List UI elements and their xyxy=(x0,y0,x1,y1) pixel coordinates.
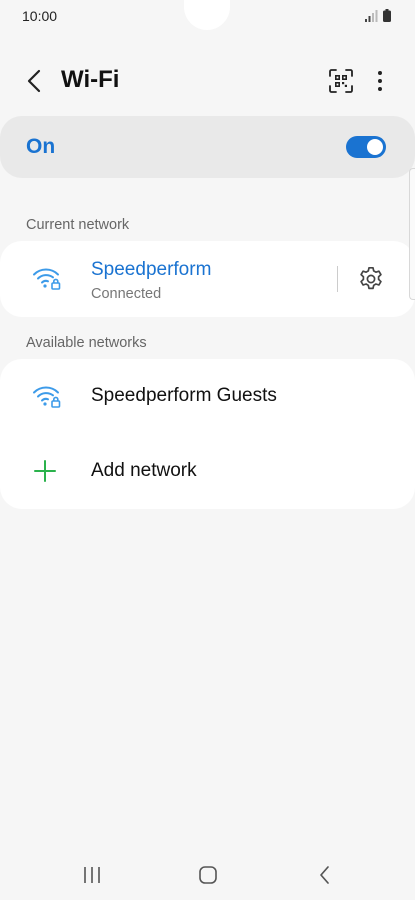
network-list-item[interactable]: Speedperform Guests xyxy=(0,359,415,434)
available-networks-section-label: Available networks xyxy=(26,335,147,351)
add-network-label: Add network xyxy=(91,460,197,481)
wifi-toggle-switch[interactable] xyxy=(346,136,386,158)
switch-knob xyxy=(367,139,383,155)
current-network-row[interactable]: Speedperform Connected xyxy=(0,241,415,317)
status-bar: 10:00 xyxy=(0,0,415,32)
battery-icon xyxy=(383,9,391,22)
current-network-status: Connected xyxy=(91,286,162,302)
available-networks-card: Speedperform Guests Add network xyxy=(0,359,415,509)
plus-icon xyxy=(34,460,56,482)
row-divider xyxy=(337,266,338,292)
recent-apps-icon[interactable] xyxy=(80,864,104,886)
back-nav-icon[interactable] xyxy=(313,864,337,886)
current-network-section-label: Current network xyxy=(26,217,130,233)
wifi-toggle-label: On xyxy=(26,135,56,158)
scrollbar[interactable] xyxy=(409,168,415,300)
gear-icon[interactable] xyxy=(357,265,385,293)
current-network-card: Speedperform Connected xyxy=(0,241,415,317)
network-name: Speedperform Guests xyxy=(91,385,277,406)
status-time: 10:00 xyxy=(22,8,58,24)
home-icon[interactable] xyxy=(196,864,220,886)
current-network-name: Speedperform xyxy=(91,259,212,280)
wifi-lock-icon xyxy=(33,268,61,290)
more-options-icon[interactable] xyxy=(368,68,392,94)
back-icon[interactable] xyxy=(22,68,48,94)
navigation-bar xyxy=(0,850,415,900)
camera-notch xyxy=(184,0,230,30)
status-icons xyxy=(365,9,391,22)
wifi-lock-icon xyxy=(33,386,61,408)
app-header: Wi-Fi xyxy=(0,56,415,106)
signal-icon xyxy=(365,10,378,22)
qr-scan-icon[interactable] xyxy=(328,68,354,94)
page-title: Wi-Fi xyxy=(61,66,120,93)
add-network-row[interactable]: Add network xyxy=(0,434,415,509)
